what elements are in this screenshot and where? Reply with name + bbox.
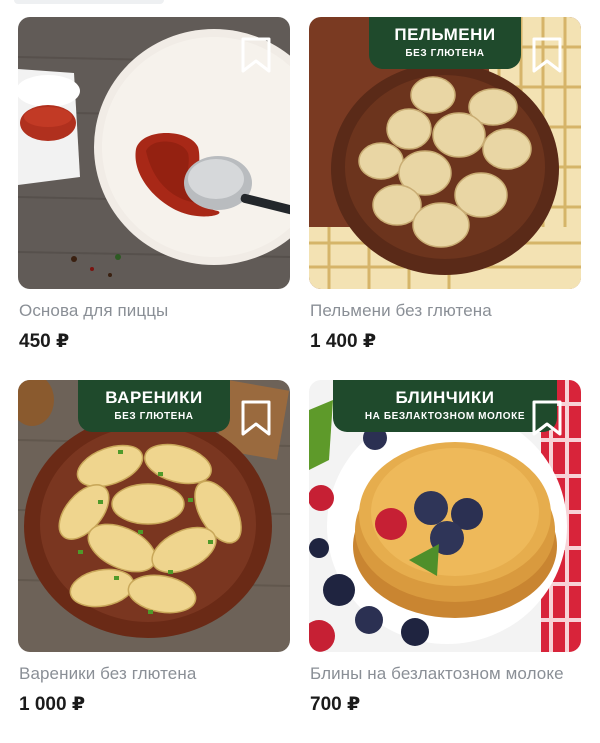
product-image[interactable]: БЛИНЧИКИ НА БЕЗЛАКТОЗНОМ МОЛОКЕ: [309, 380, 581, 652]
bookmark-icon[interactable]: [531, 36, 563, 74]
previous-row-edge: [0, 0, 600, 8]
bookmark-icon[interactable]: [240, 36, 272, 74]
bookmark-icon[interactable]: [531, 399, 563, 437]
product-image[interactable]: ВАРЕНИКИ БЕЗ ГЛЮТЕНА: [18, 380, 290, 652]
product-name[interactable]: Блины на безлактозном молоке: [310, 663, 580, 685]
product-price: 700 ₽: [310, 694, 361, 715]
product-card-vareniki[interactable]: ВАРЕНИКИ БЕЗ ГЛЮТЕНА Вареники без глютен…: [18, 380, 290, 743]
product-name[interactable]: Основа для пиццы: [19, 300, 289, 322]
product-card-pelmeni[interactable]: ПЕЛЬМЕНИ БЕЗ ГЛЮТЕНА Пельмени без глютен…: [309, 17, 581, 380]
badge-subtitle: БЕЗ ГЛЮТЕНА: [114, 411, 194, 422]
product-price: 1 400 ₽: [310, 331, 377, 352]
category-badge: БЛИНЧИКИ НА БЕЗЛАКТОЗНОМ МОЛОКЕ: [333, 380, 557, 432]
badge-subtitle: БЕЗ ГЛЮТЕНА: [405, 48, 485, 59]
product-name[interactable]: Пельмени без глютена: [310, 300, 580, 322]
badge-title: БЛИНЧИКИ: [395, 388, 495, 407]
badge-subtitle: НА БЕЗЛАКТОЗНОМ МОЛОКЕ: [364, 411, 526, 422]
badge-title: ВАРЕНИКИ: [105, 388, 203, 407]
badge-title: ПЕЛЬМЕНИ: [394, 25, 496, 44]
category-badge: ПЕЛЬМЕНИ БЕЗ ГЛЮТЕНА: [369, 17, 521, 69]
product-card-pizza-base[interactable]: Основа для пиццы 450 ₽: [18, 17, 290, 380]
product-image[interactable]: ПЕЛЬМЕНИ БЕЗ ГЛЮТЕНА: [309, 17, 581, 289]
product-price: 450 ₽: [19, 331, 70, 352]
bookmark-icon[interactable]: [240, 399, 272, 437]
product-price: 1 000 ₽: [19, 694, 86, 715]
product-name[interactable]: Вареники без глютена: [19, 663, 289, 685]
category-badge: ВАРЕНИКИ БЕЗ ГЛЮТЕНА: [78, 380, 230, 432]
product-grid: Основа для пиццы 450 ₽ ПЕЛЬМЕНИ БЕЗ ГЛЮТ…: [18, 17, 581, 743]
product-image[interactable]: [18, 17, 290, 289]
product-card-pancakes[interactable]: БЛИНЧИКИ НА БЕЗЛАКТОЗНОМ МОЛОКЕ Блины на…: [309, 380, 581, 743]
